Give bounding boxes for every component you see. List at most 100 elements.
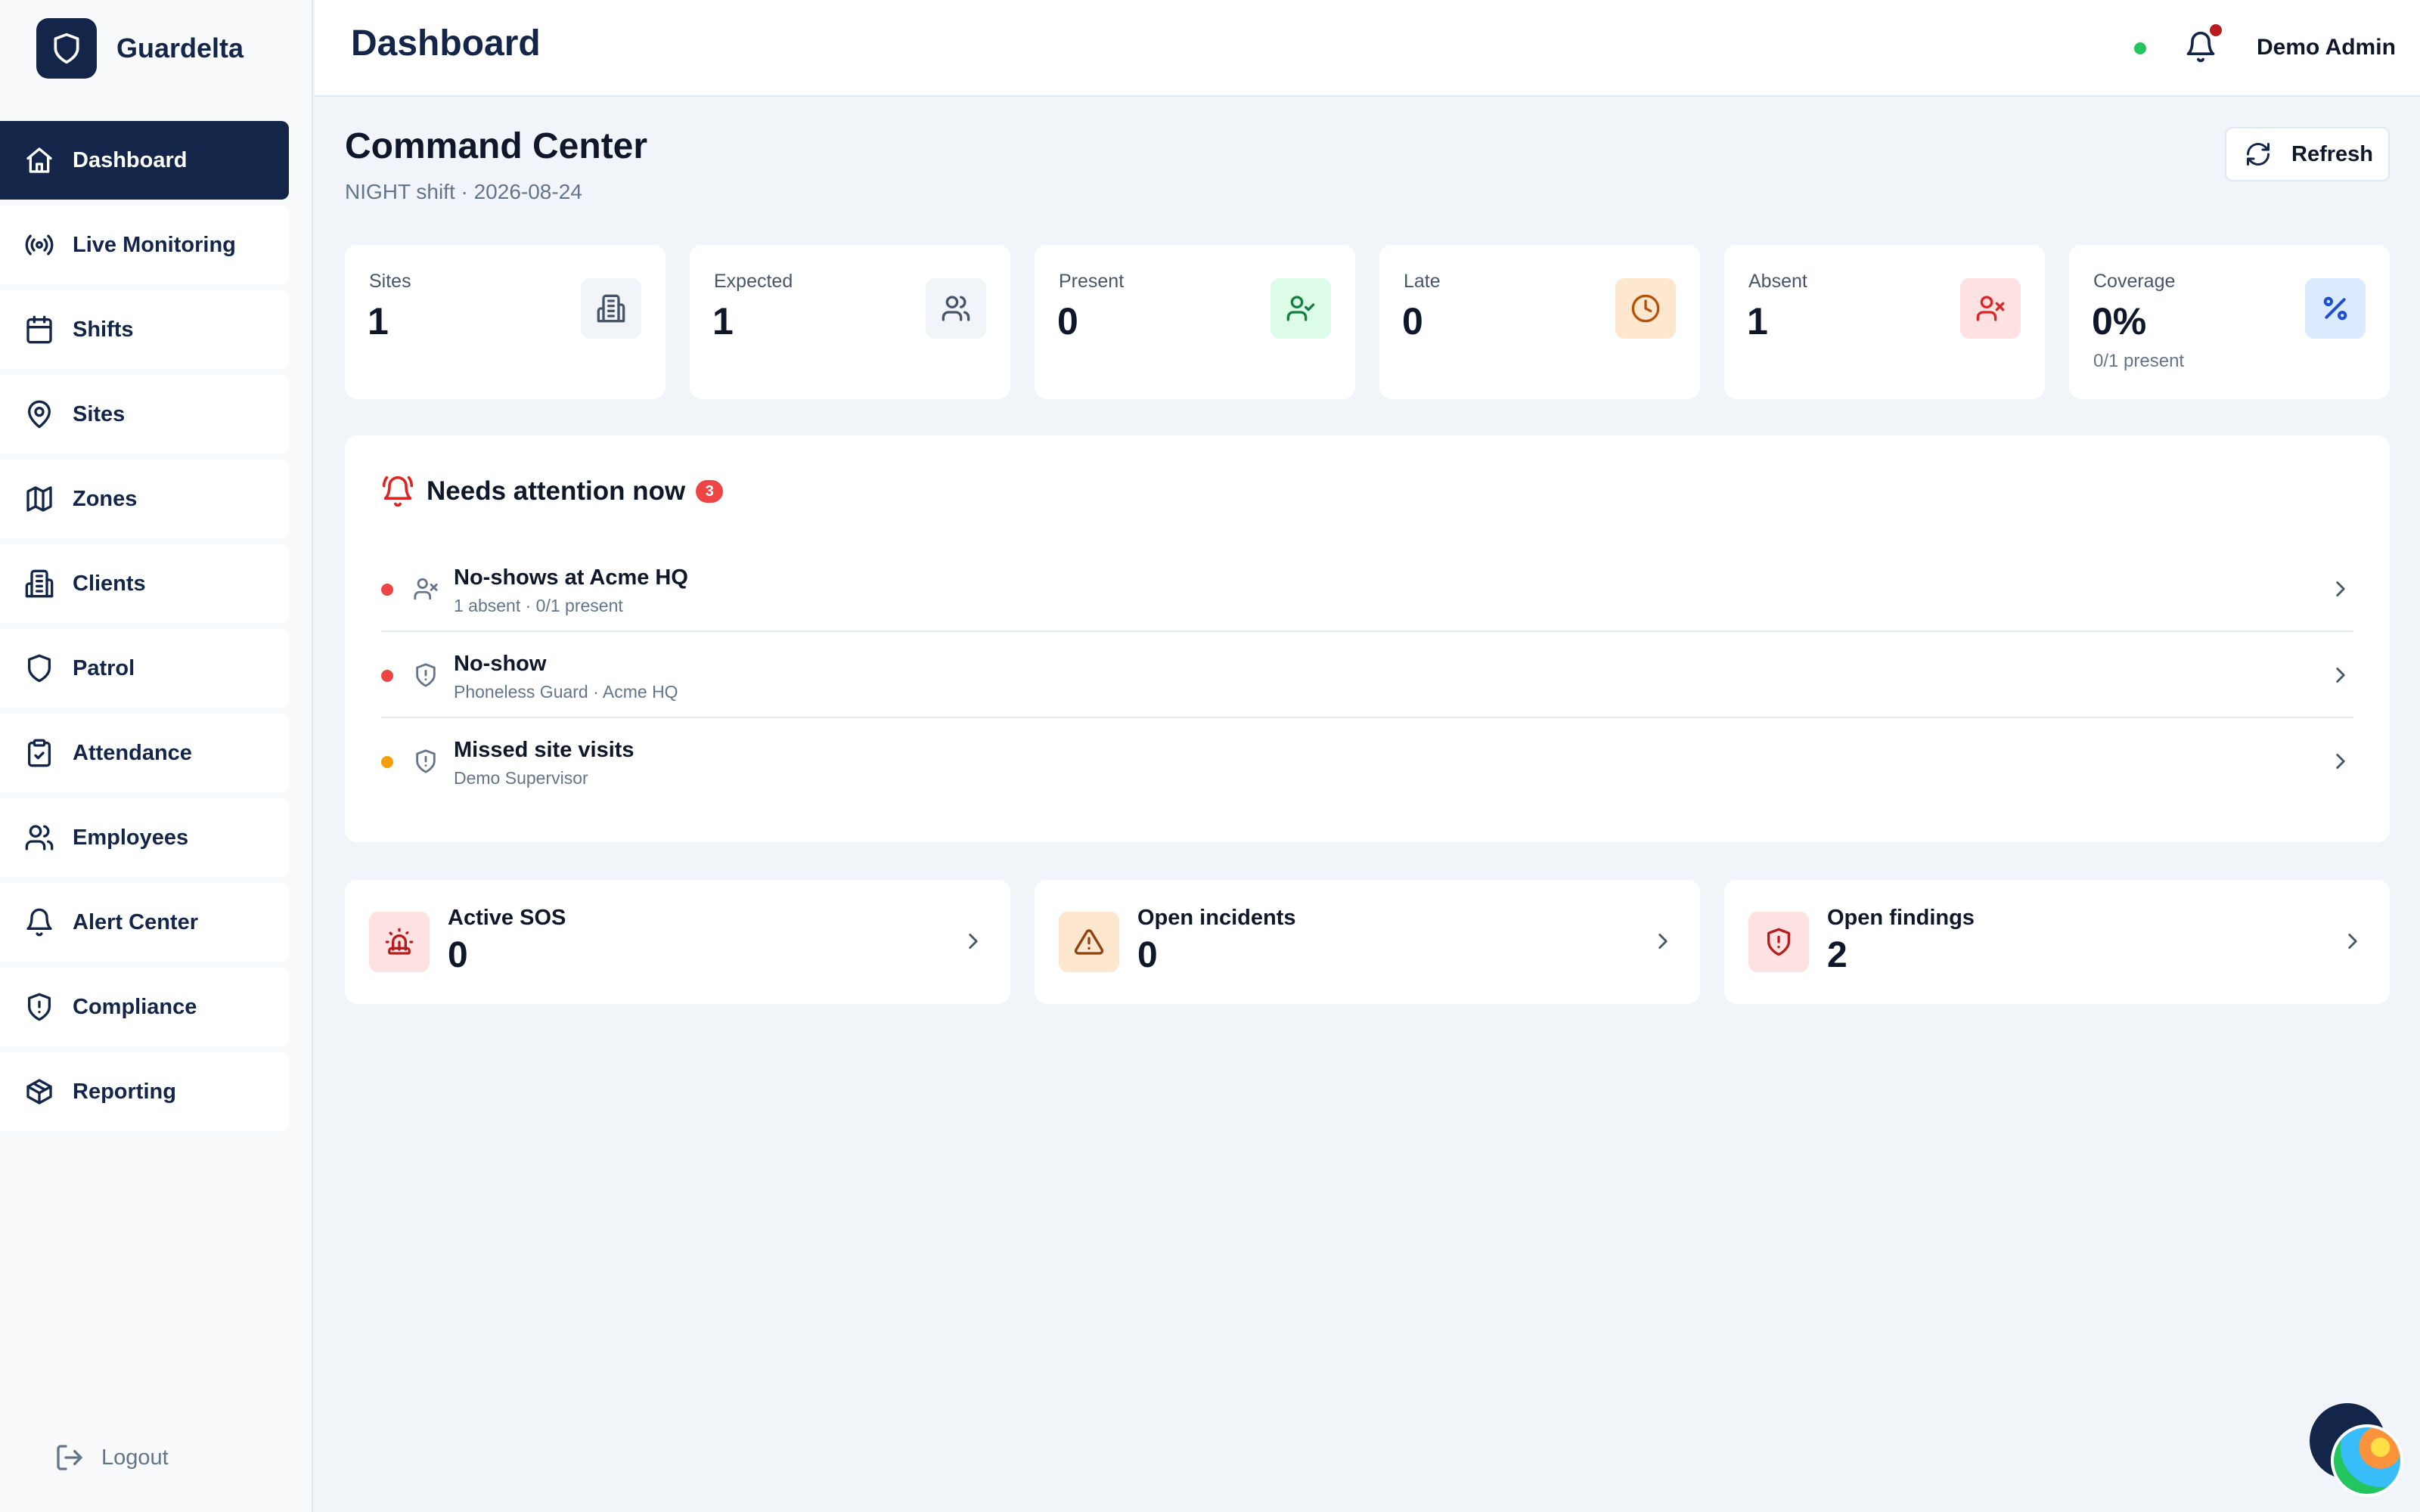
stat-card-absent: Absent 1 — [1724, 245, 2045, 399]
stat-label: Expected — [714, 271, 793, 292]
refresh-button[interactable]: Refresh — [2225, 127, 2390, 181]
sidebar-item-label: Zones — [73, 486, 138, 511]
summary-value: 0 — [448, 935, 468, 975]
users-icon — [25, 825, 54, 850]
attention-item-title: No-shows at Acme HQ — [454, 565, 688, 590]
needs-attention-header: Needs attention now 3 — [381, 473, 724, 510]
stat-label: Coverage — [2093, 271, 2176, 292]
chevron-right-icon — [1658, 934, 1668, 949]
shield-alert-icon — [1748, 912, 1809, 972]
user-x-icon — [414, 578, 438, 600]
attention-item[interactable]: No-shows at Acme HQ 1 absent · 0/1 prese… — [381, 547, 2353, 632]
users-icon — [926, 278, 986, 339]
notification-badge — [2210, 24, 2222, 36]
attention-item-subtitle: Demo Supervisor — [454, 768, 588, 788]
sidebar: Guardelta Dashboard Live Monitoring Shif… — [0, 0, 313, 1512]
sidebar-item-attendance[interactable]: Attendance — [0, 714, 289, 792]
sidebar-item-label: Patrol — [73, 655, 135, 680]
clipboard-check-icon — [28, 739, 51, 767]
brand-name: Guardelta — [116, 33, 244, 64]
sidebar-item-dashboard[interactable]: Dashboard — [0, 121, 289, 200]
clock-icon — [1615, 278, 1676, 339]
stat-label: Present — [1059, 271, 1125, 292]
broadcast-icon — [25, 234, 54, 256]
sidebar-item-label: Employees — [73, 825, 189, 850]
stat-value: 1 — [1747, 300, 1768, 342]
sidebar-item-live-monitoring[interactable]: Live Monitoring — [0, 206, 289, 284]
logout-icon — [57, 1445, 82, 1470]
sidebar-nav: Dashboard Live Monitoring Shifts Sites Z… — [0, 121, 289, 1137]
stat-value: 1 — [712, 300, 734, 342]
attention-item-title: No-show — [454, 652, 547, 676]
summary-label: Active SOS — [448, 906, 566, 930]
sidebar-item-label: Sites — [73, 401, 126, 426]
page-title: Dashboard — [351, 23, 541, 64]
home-icon — [26, 147, 52, 173]
shield-alert-icon — [28, 993, 51, 1021]
top-bar: Dashboard Demo Admin — [315, 0, 2420, 97]
sidebar-item-label: Shifts — [73, 317, 134, 342]
chevron-right-icon — [2348, 934, 2357, 949]
map-pin-icon — [28, 400, 51, 429]
sidebar-item-alert-center[interactable]: Alert Center — [0, 883, 289, 962]
shield-alert-icon — [416, 749, 436, 773]
user-menu[interactable]: Demo Admin — [2257, 35, 2396, 60]
user-check-icon — [1270, 278, 1331, 339]
sidebar-item-employees[interactable]: Employees — [0, 798, 289, 877]
sidebar-item-clients[interactable]: Clients — [0, 544, 289, 623]
shield-logo-icon — [36, 18, 97, 79]
calendar-icon — [26, 315, 52, 344]
severity-dot — [381, 670, 393, 682]
chevron-right-icon — [969, 934, 978, 949]
summary-card-active-sos[interactable]: Active SOS 0 — [345, 880, 1010, 1004]
sidebar-item-label: Reporting — [73, 1079, 176, 1104]
connection-status-dot — [2134, 42, 2146, 54]
summary-card-open-findings[interactable]: Open findings 2 — [1724, 880, 2390, 1004]
sidebar-item-compliance[interactable]: Compliance — [0, 968, 289, 1046]
warning-icon — [1059, 912, 1119, 972]
percent-icon — [2305, 278, 2366, 339]
sidebar-item-label: Compliance — [73, 994, 197, 1019]
sidebar-item-label: Alert Center — [73, 909, 198, 934]
sidebar-item-patrol[interactable]: Patrol — [0, 629, 289, 708]
stat-value: 0% — [2092, 300, 2147, 342]
summary-label: Open findings — [1827, 906, 1975, 930]
logout-button[interactable]: Logout — [54, 1439, 169, 1476]
stat-card-present: Present 0 — [1035, 245, 1355, 399]
building-icon — [25, 569, 54, 598]
sidebar-item-reporting[interactable]: Reporting — [0, 1052, 289, 1131]
map-icon — [26, 486, 52, 512]
sidebar-item-label: Dashboard — [73, 147, 188, 172]
refresh-label: Refresh — [2291, 141, 2373, 166]
sidebar-item-sites[interactable]: Sites — [0, 375, 289, 454]
stat-label: Absent — [1748, 271, 1807, 292]
logout-label: Logout — [101, 1445, 169, 1470]
attention-item[interactable]: No-show Phoneless Guard · Acme HQ — [381, 634, 2353, 718]
summary-label: Open incidents — [1137, 906, 1296, 930]
bell-icon — [26, 908, 52, 937]
attention-item[interactable]: Missed site visits Demo Supervisor — [381, 720, 2353, 804]
bell-ring-icon — [382, 476, 414, 507]
chevron-right-icon — [2336, 581, 2345, 596]
stat-label: Late — [1404, 271, 1441, 292]
summary-value: 2 — [1827, 935, 1848, 975]
summary-card-open-incidents[interactable]: Open incidents 0 — [1035, 880, 1700, 1004]
notifications-button[interactable] — [2184, 24, 2222, 64]
sidebar-item-shifts[interactable]: Shifts — [0, 290, 289, 369]
stat-hint: 0/1 present — [2093, 351, 2185, 371]
stat-value: 0 — [1057, 300, 1078, 342]
stat-label: Sites — [369, 271, 411, 292]
siren-icon — [369, 912, 430, 972]
attention-count-badge: 3 — [696, 480, 724, 503]
section-title: Command Center — [345, 126, 648, 166]
brand[interactable]: Guardelta — [36, 18, 244, 79]
building-icon — [581, 278, 641, 339]
sidebar-item-label: Clients — [73, 571, 146, 596]
stat-card-late: Late 0 — [1379, 245, 1700, 399]
assistant-avatar-icon[interactable] — [2331, 1424, 2403, 1497]
refresh-icon — [2247, 143, 2270, 166]
sidebar-item-zones[interactable]: Zones — [0, 460, 289, 538]
sidebar-item-label: Live Monitoring — [73, 232, 236, 257]
shift-subtitle: NIGHT shift · 2026-08-24 — [345, 180, 582, 203]
sidebar-item-label: Attendance — [73, 740, 192, 765]
